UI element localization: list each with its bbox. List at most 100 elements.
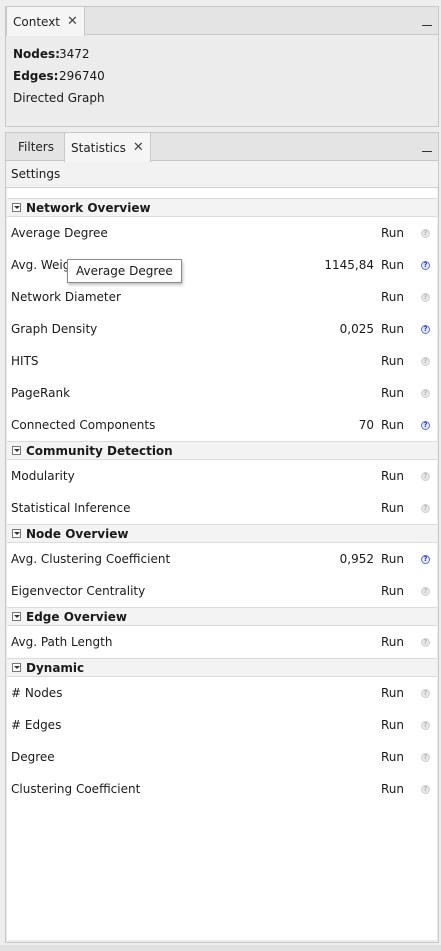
- stat-row: Degree Run?: [7, 741, 437, 773]
- help-icon: ?: [421, 784, 430, 794]
- statistics-panel: Filters Statistics ✕ Settings Network Ov…: [5, 132, 439, 943]
- stat-name: # Edges: [11, 718, 62, 732]
- tab-context[interactable]: Context ✕: [6, 7, 85, 36]
- minimize-icon[interactable]: [422, 16, 432, 26]
- settings-row: Settings: [6, 161, 438, 188]
- stat-row: Avg. Path Length Run?: [7, 626, 437, 658]
- stat-name: Modularity: [11, 469, 75, 483]
- stat-value: 0,952: [339, 552, 374, 566]
- stat-row: # Edges Run?: [7, 709, 437, 741]
- section-title: Node Overview: [26, 526, 129, 541]
- context-tabbar: Context ✕: [6, 7, 438, 36]
- help-icon: ?: [421, 637, 430, 647]
- help-icon[interactable]: ?: [421, 324, 430, 334]
- stat-row: Network Diameter Run?: [7, 281, 437, 313]
- run-button[interactable]: Run: [381, 782, 404, 796]
- stat-name: Statistical Inference: [11, 501, 131, 515]
- collapse-icon[interactable]: [12, 446, 21, 455]
- stat-name: Degree: [11, 750, 55, 764]
- section-header[interactable]: Dynamic: [7, 658, 437, 677]
- stat-row: Modularity Run?: [7, 460, 437, 492]
- graph-type: Directed Graph: [13, 91, 105, 105]
- help-icon: ?: [421, 388, 430, 398]
- help-icon: ?: [421, 228, 430, 238]
- run-button[interactable]: Run: [381, 290, 404, 304]
- stat-row: # Nodes Run?: [7, 677, 437, 709]
- tooltip: Average Degree: [67, 259, 182, 283]
- stat-row: Statistical Inference Run?: [7, 492, 437, 524]
- stat-row: Graph Density 0,025 Run?: [7, 313, 437, 345]
- run-button[interactable]: Run: [381, 635, 404, 649]
- stat-row: Avg. Clustering Coefficient 0,952 Run?: [7, 543, 437, 575]
- run-button[interactable]: Run: [381, 686, 404, 700]
- help-icon[interactable]: ?: [421, 554, 430, 564]
- stat-row: Connected Components 70 Run?: [7, 409, 437, 441]
- collapse-icon[interactable]: [12, 203, 21, 212]
- stat-name: # Nodes: [11, 686, 63, 700]
- stat-name: Avg. Path Length: [11, 635, 113, 649]
- stat-name: Graph Density: [11, 322, 98, 336]
- edges-value: 296740: [59, 69, 105, 83]
- run-button[interactable]: Run: [381, 552, 404, 566]
- stat-name: Average Degree: [11, 226, 108, 240]
- run-button[interactable]: Run: [381, 501, 404, 515]
- stat-row: PageRank Run?: [7, 377, 437, 409]
- minimize-icon[interactable]: [422, 142, 432, 152]
- run-button[interactable]: Run: [381, 584, 404, 598]
- stat-row: HITS Run?: [7, 345, 437, 377]
- tab-context-label: Context: [13, 14, 61, 29]
- collapse-icon[interactable]: [12, 612, 21, 621]
- stat-value: 0,025: [339, 322, 374, 336]
- section-header[interactable]: Edge Overview: [7, 607, 437, 626]
- run-button[interactable]: Run: [381, 469, 404, 483]
- settings-button[interactable]: Settings: [11, 167, 60, 181]
- stat-name: Clustering Coefficient: [11, 782, 141, 796]
- run-button[interactable]: Run: [381, 322, 404, 336]
- section-title: Community Detection: [26, 443, 173, 458]
- help-icon[interactable]: ?: [421, 420, 430, 430]
- run-button[interactable]: Run: [381, 718, 404, 732]
- section-header[interactable]: Network Overview: [7, 198, 437, 217]
- help-icon: ?: [421, 471, 430, 481]
- section-title: Edge Overview: [26, 609, 127, 624]
- help-icon: ?: [421, 688, 430, 698]
- graph-type-row: Directed Graph: [13, 87, 431, 109]
- section-title: Dynamic: [26, 660, 85, 675]
- section-header[interactable]: Community Detection: [7, 441, 437, 460]
- stat-name: PageRank: [11, 386, 71, 400]
- close-icon[interactable]: ✕: [133, 141, 144, 154]
- tab-filters-label: Filters: [18, 140, 54, 154]
- statistics-list: Network OverviewAverage DegreeRun?Avg. W…: [7, 187, 437, 940]
- run-button[interactable]: Run: [381, 418, 404, 432]
- stat-name: Eigenvector Centrality: [11, 584, 146, 598]
- stat-row: Average Degree Run?: [7, 217, 437, 249]
- help-icon[interactable]: ?: [421, 260, 430, 270]
- stat-name: Connected Components: [11, 418, 156, 432]
- run-button[interactable]: Run: [381, 258, 404, 272]
- nodes-value: 3472: [59, 47, 90, 61]
- run-button[interactable]: Run: [381, 354, 404, 368]
- stat-row: Eigenvector Centrality Run?: [7, 575, 437, 607]
- help-icon: ?: [421, 752, 430, 762]
- help-icon: ?: [421, 586, 430, 596]
- run-button[interactable]: Run: [381, 226, 404, 240]
- close-icon[interactable]: ✕: [67, 15, 78, 28]
- section-header[interactable]: Node Overview: [7, 524, 437, 543]
- context-panel: Context ✕ Nodes: 3472 Edges: 296740 Dire…: [5, 6, 439, 127]
- context-body: Nodes: 3472 Edges: 296740 Directed Graph: [6, 35, 438, 117]
- collapse-icon[interactable]: [12, 663, 21, 672]
- stat-name: Avg. Clustering Coefficient: [11, 552, 171, 566]
- section-title: Network Overview: [26, 200, 151, 215]
- help-icon: ?: [421, 292, 430, 302]
- run-button[interactable]: Run: [381, 386, 404, 400]
- stat-name: HITS: [11, 354, 39, 368]
- tab-statistics[interactable]: Statistics ✕: [64, 133, 151, 162]
- collapse-icon[interactable]: [12, 529, 21, 538]
- run-button[interactable]: Run: [381, 750, 404, 764]
- stat-value: 1145,84: [324, 258, 374, 272]
- statistics-tabbar: Filters Statistics ✕: [6, 133, 438, 162]
- stat-name: Network Diameter: [11, 290, 121, 304]
- tab-filters[interactable]: Filters: [12, 133, 60, 161]
- help-icon: ?: [421, 356, 430, 366]
